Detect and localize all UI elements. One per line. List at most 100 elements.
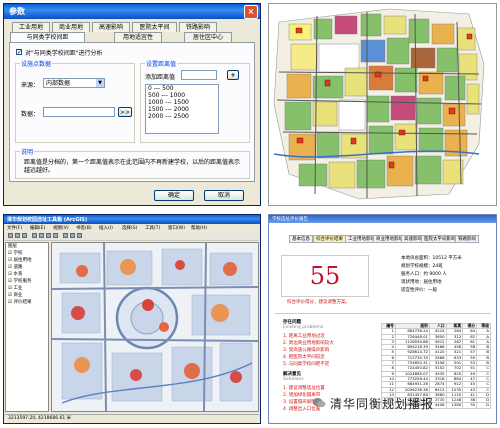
parameters-dialog: 参数 × 工业用地 商业用地 高速影响 医院太平间 铁路影响 与同类学校间距 用…: [3, 3, 261, 206]
tab-hospital-morgue[interactable]: 医院太平间: [132, 22, 177, 32]
identify-icon[interactable]: [70, 233, 75, 238]
table-of-contents[interactable]: 图层 ☑ 学校 ☑ 居住用地 ☑ 道路 ☑ 水系 ☑ 学校服务 ☑ 工业 ☑ 商…: [5, 242, 49, 412]
problem-item: 3. 受高速公路噪声影响: [283, 348, 330, 353]
note-group: 说明 距离值是分档的，第一个距离值表示在此范围内不再新建学校，以后的距离值表示越…: [15, 147, 250, 179]
divider: [275, 313, 491, 314]
evaluation-report-window: 学校选址评价报告 基本信息 综合评价结果 工业用地影响 商业用地影响 高速影响 …: [268, 214, 497, 424]
add-distance-button[interactable]: +: [227, 70, 239, 80]
info-line: 现状用地：居住用地: [401, 280, 442, 285]
enable-analysis-label: 对"与同类学校间距"进行分析: [25, 50, 103, 57]
menu-tools[interactable]: 工具(T): [145, 225, 160, 231]
facility-data-group-title: 设施点数据: [20, 59, 53, 68]
list-item[interactable]: 2000 --- 2500: [146, 113, 218, 120]
add-distance-label: 添加距离值: [145, 74, 176, 81]
list-item[interactable]: 1500 --- 2000: [146, 106, 218, 113]
table-cell: 1380: [445, 402, 464, 409]
score-caption: 综合评价得分，建议调整方案。: [287, 300, 350, 305]
menu-file[interactable]: 文件(F): [7, 225, 22, 231]
select-icon[interactable]: [63, 233, 68, 238]
tab-railway-impact[interactable]: 铁路影响: [179, 22, 217, 32]
status-bar: 3213597.20, 4218686.61 米: [5, 414, 259, 423]
facility-data-group: 设施点数据 来源： 内部数据 ▼ 数据： >>: [15, 59, 135, 143]
solution-item: 1. 建议调整选址位置: [283, 386, 325, 391]
distance-value-input[interactable]: [181, 70, 217, 80]
list-item[interactable]: 1000 --- 1500: [146, 99, 218, 106]
tab-industrial-land[interactable]: 工业用地: [12, 22, 50, 32]
tab-highway-impact[interactable]: 高速影响: [92, 22, 130, 32]
close-icon[interactable]: ×: [244, 5, 258, 19]
list-item[interactable]: 500 --- 1000: [146, 92, 218, 99]
watermark-text: 清华同衡规划播报: [330, 397, 435, 411]
enable-analysis-checkbox[interactable]: ✓: [16, 49, 22, 56]
open-icon[interactable]: [15, 233, 20, 238]
tab-commercial-land[interactable]: 商业用地: [52, 22, 90, 32]
toc-item[interactable]: ☑ 学校服务: [6, 278, 48, 285]
data-path-input[interactable]: [43, 107, 115, 117]
problems-subtitle: Existing problems: [283, 325, 324, 330]
tab-school-distance[interactable]: 与同类学校间距: [10, 32, 85, 42]
info-line: 适宜性评价：一般: [401, 288, 437, 293]
solutions-subtitle: Solutions: [283, 377, 304, 382]
tab-land-suitability[interactable]: 用地适宜性: [114, 32, 162, 42]
menu-edit[interactable]: 编辑(E): [30, 225, 45, 231]
data-label: 数据：: [21, 111, 40, 118]
pan-icon[interactable]: [46, 233, 51, 238]
gis-window-title: 清华规划校园选址工具箱 (ArcGIS): [7, 217, 88, 223]
toc-item[interactable]: ☑ 居住用地: [6, 257, 48, 264]
ok-button[interactable]: 确定: [154, 190, 194, 201]
menu-insert[interactable]: 插入(I): [99, 225, 113, 231]
zoom-in-icon[interactable]: [32, 233, 37, 238]
toc-item[interactable]: ☑ 水系: [6, 271, 48, 278]
toc-item[interactable]: ☑ 学校: [6, 250, 48, 257]
chevron-down-icon[interactable]: ▼: [96, 79, 104, 87]
toc-item[interactable]: ☑ 工业: [6, 285, 48, 292]
menu-help[interactable]: 帮助(H): [191, 225, 207, 231]
tab-panel: ✓ 对"与同类学校间距"进行分析 设施点数据 来源： 内部数据 ▼ 数据： >>…: [9, 42, 255, 182]
source-select-value: 内部数据: [46, 80, 71, 87]
toc-item[interactable]: ☑ 商业: [6, 292, 48, 299]
distance-group: 设置距离值 添加距离值 + 0 --- 500 500 --- 1000 100…: [140, 59, 250, 143]
menu-view[interactable]: 视图(V): [53, 225, 69, 231]
problem-item: 5. 与同类学校间距不足: [283, 362, 330, 367]
full-extent-icon[interactable]: [53, 233, 58, 238]
source-label: 来源：: [21, 82, 40, 89]
problem-item: 1. 距离工业用地过近: [283, 334, 325, 339]
source-select[interactable]: 内部数据 ▼: [43, 78, 105, 88]
distance-list[interactable]: 0 --- 500 500 --- 1000 1000 --- 1500 150…: [145, 84, 219, 134]
wechat-logo-icon: [312, 398, 326, 408]
info-line: 服务人口：约 9000 人: [401, 272, 447, 277]
gis-title-bar[interactable]: 清华规划校园选址工具箱 (ArcGIS): [4, 215, 260, 224]
report-title-bar[interactable]: 学校选址评价报告: [269, 215, 496, 223]
suitability-map-graphic: [269, 4, 496, 205]
list-item[interactable]: 0 --- 500: [146, 85, 218, 92]
problem-item: 4. 距医院太平间较近: [283, 355, 325, 360]
problem-item: 2. 周边商业用地影响较大: [283, 341, 334, 346]
suitability-map: [268, 3, 497, 206]
coordinate-readout: 3213597.20, 4218686.61 米: [8, 416, 72, 421]
toc-item[interactable]: 图层: [6, 243, 48, 250]
report-tab[interactable]: 铁路影响: [455, 235, 479, 243]
new-icon[interactable]: [8, 233, 13, 238]
zoom-out-icon[interactable]: [39, 233, 44, 238]
cancel-button[interactable]: 取消: [204, 190, 244, 201]
note-text: 距离值是分档的，第一个距离值表示在此范围内不再新建学校，以后的距离值表示越远越好…: [24, 159, 241, 174]
report-tab[interactable]: 医院太平间影响: [421, 235, 459, 243]
toc-item[interactable]: ☑ 评价结果: [6, 299, 48, 306]
table-cell: 35: [462, 402, 478, 409]
dialog-title-bar[interactable]: 参数 ×: [4, 4, 260, 19]
gis-map-view[interactable]: [51, 242, 259, 412]
measure-icon[interactable]: [77, 233, 82, 238]
note-group-title: 说明: [20, 147, 35, 156]
menu-select[interactable]: 选择(S): [122, 225, 137, 231]
distance-group-title: 设置距离值: [145, 59, 178, 68]
menu-bookmarks[interactable]: 书签(B): [76, 225, 92, 231]
table-cell: D: [476, 402, 491, 409]
toc-item[interactable]: ☑ 道路: [6, 264, 48, 271]
info-line: 规划学校规模：24班: [401, 264, 443, 269]
browse-button[interactable]: >>: [118, 107, 132, 117]
save-icon[interactable]: [22, 233, 27, 238]
report-tab-active[interactable]: 综合评价结果: [313, 235, 346, 243]
tab-residential-center[interactable]: 居住区中心: [184, 32, 232, 42]
report-tab[interactable]: 基本信息: [289, 235, 313, 243]
menu-window[interactable]: 窗口(W): [168, 225, 185, 231]
